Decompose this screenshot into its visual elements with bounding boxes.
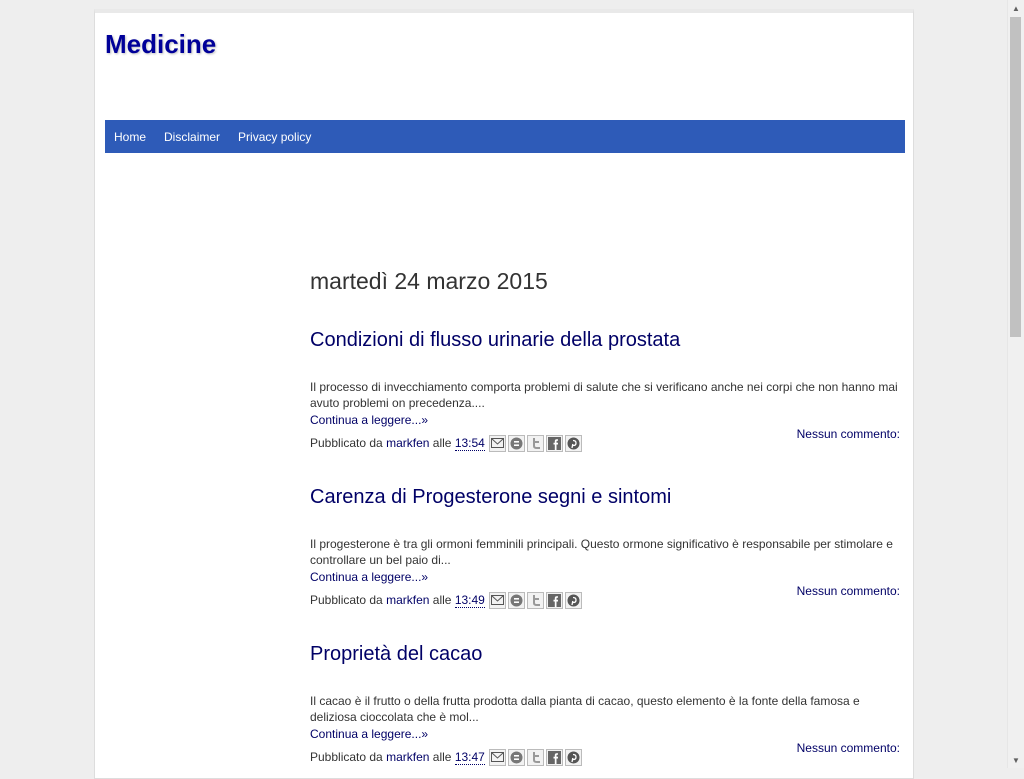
post: Condizioni di flusso urinarie della pros… (310, 329, 900, 453)
post: Proprietà del cacao Il cacao è il frutto… (310, 643, 900, 767)
scroll-down-arrow-icon[interactable]: ▼ (1008, 752, 1024, 768)
twitter-icon[interactable] (526, 434, 544, 452)
nav-bar: Home Disclaimer Privacy policy (105, 120, 905, 153)
pinterest-icon[interactable] (564, 591, 582, 609)
read-more-link[interactable]: Continua a leggere...» (310, 727, 428, 741)
blogger-icon[interactable] (507, 748, 525, 766)
post-title[interactable]: Condizioni di flusso urinarie della pros… (310, 329, 680, 352)
at-label: alle (432, 436, 452, 450)
blogger-icon[interactable] (507, 591, 525, 609)
pinterest-icon[interactable] (564, 434, 582, 452)
post-timestamp[interactable]: 13:49 (454, 593, 485, 608)
comments-link[interactable]: Nessun commento: (797, 584, 900, 598)
blog-page: Medicine Home Disclaimer Privacy policy … (94, 9, 914, 779)
twitter-icon[interactable] (526, 591, 544, 609)
nav-item-privacy-policy[interactable]: Privacy policy (229, 130, 320, 144)
vertical-scrollbar[interactable]: ▲ ▼ (1007, 0, 1024, 768)
main-content: martedì 24 marzo 2015 Condizioni di flus… (310, 268, 900, 767)
share-buttons (488, 591, 584, 609)
comments-link[interactable]: Nessun commento: (797, 427, 900, 441)
author-link[interactable]: markfen (386, 436, 429, 450)
post-title[interactable]: Carenza di Progesterone segni e sintomi (310, 486, 671, 509)
pinterest-icon[interactable] (564, 748, 582, 766)
email-icon[interactable] (488, 434, 506, 452)
read-more-link[interactable]: Continua a leggere...» (310, 413, 428, 427)
author-link[interactable]: markfen (386, 593, 429, 607)
facebook-icon[interactable] (545, 591, 563, 609)
post-timestamp[interactable]: 13:47 (454, 750, 485, 765)
email-icon[interactable] (488, 591, 506, 609)
share-buttons (488, 434, 584, 452)
share-buttons (488, 748, 584, 766)
post-snippet: Il processo di invecchiamento comporta p… (310, 380, 898, 410)
twitter-icon[interactable] (526, 748, 544, 766)
at-label: alle (432, 593, 452, 607)
post-timestamp[interactable]: 13:54 (454, 436, 485, 451)
read-more-link[interactable]: Continua a leggere...» (310, 570, 428, 584)
post-snippet: Il cacao è il frutto o della frutta prod… (310, 694, 860, 724)
post: Carenza di Progesterone segni e sintomi … (310, 486, 900, 610)
post-title[interactable]: Proprietà del cacao (310, 643, 482, 666)
facebook-icon[interactable] (545, 748, 563, 766)
blog-title[interactable]: Medicine (105, 29, 216, 60)
scroll-up-arrow-icon[interactable]: ▲ (1008, 0, 1024, 16)
published-by-label: Pubblicato da (310, 593, 383, 607)
facebook-icon[interactable] (545, 434, 563, 452)
blogger-icon[interactable] (507, 434, 525, 452)
nav-item-home[interactable]: Home (105, 130, 155, 144)
scroll-thumb[interactable] (1010, 17, 1021, 337)
nav-item-disclaimer[interactable]: Disclaimer (155, 130, 229, 144)
date-header: martedì 24 marzo 2015 (310, 268, 548, 294)
author-link[interactable]: markfen (386, 750, 429, 764)
email-icon[interactable] (488, 748, 506, 766)
published-by-label: Pubblicato da (310, 750, 383, 764)
at-label: alle (432, 750, 452, 764)
post-snippet: Il progesterone è tra gli ormoni femmini… (310, 537, 893, 567)
published-by-label: Pubblicato da (310, 436, 383, 450)
comments-link[interactable]: Nessun commento: (797, 741, 900, 755)
